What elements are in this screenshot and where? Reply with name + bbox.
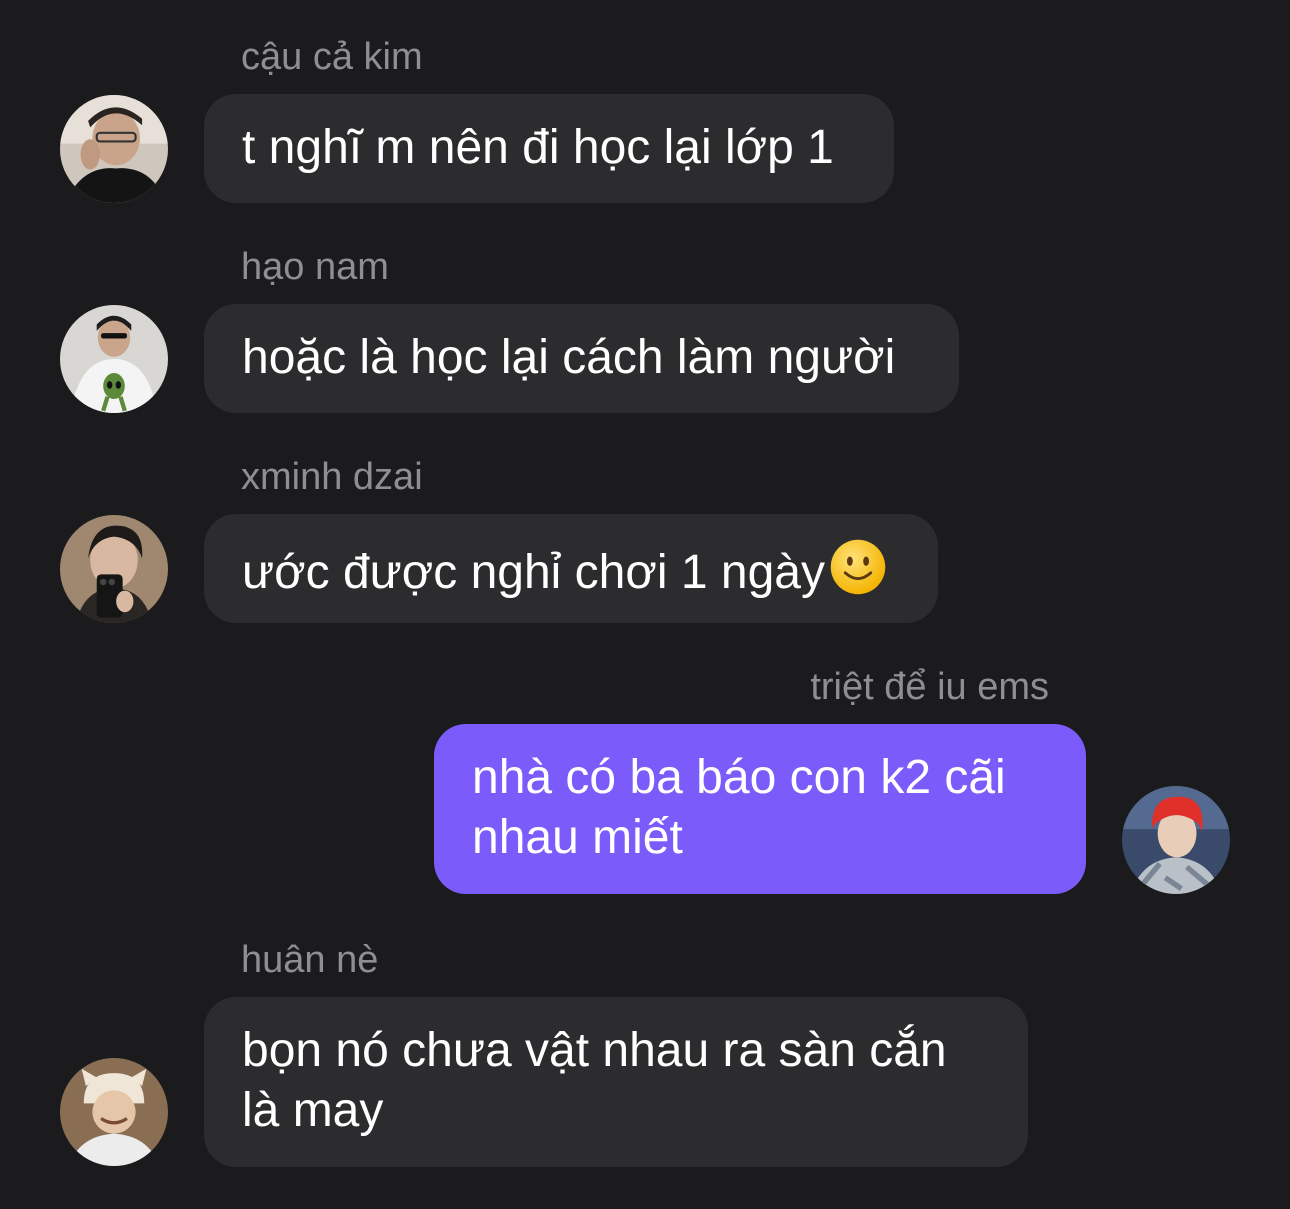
message-bubble[interactable]: bọn nó chưa vật nhau ra sàn cắn là may — [204, 997, 1028, 1167]
sender-name[interactable]: triệt để iu ems — [810, 668, 1049, 706]
sender-name[interactable]: huân nè — [241, 941, 378, 979]
message-text: t nghĩ m nên đi học lại lớp 1 — [242, 121, 834, 174]
message-text: hoặc là học lại cách làm người — [242, 331, 896, 384]
message-bubble[interactable]: nhà có ba báo con k2 cãi nhau miết — [434, 724, 1086, 894]
message-bubble[interactable]: ước được nghỉ chơi 1 ngày — [204, 514, 938, 623]
message-text: ước được nghỉ chơi 1 ngày — [242, 546, 825, 599]
sender-name[interactable]: cậu cả kim — [241, 38, 423, 76]
sender-name[interactable]: xminh dzai — [241, 458, 423, 496]
message-text: nhà có ba báo con k2 cãi nhau miết — [472, 751, 1006, 864]
avatar[interactable] — [60, 1058, 168, 1166]
message-bubble[interactable]: t nghĩ m nên đi học lại lớp 1 — [204, 94, 894, 203]
message-bubble[interactable]: hoặc là học lại cách làm người — [204, 304, 959, 413]
avatar[interactable] — [60, 95, 168, 203]
message-text: bọn nó chưa vật nhau ra sàn cắn là may — [242, 1024, 947, 1137]
avatar[interactable] — [1122, 786, 1230, 894]
slightly-smiling-face-icon — [829, 538, 887, 596]
sender-name[interactable]: hạo nam — [241, 248, 389, 286]
avatar[interactable] — [60, 305, 168, 413]
avatar[interactable] — [60, 515, 168, 623]
